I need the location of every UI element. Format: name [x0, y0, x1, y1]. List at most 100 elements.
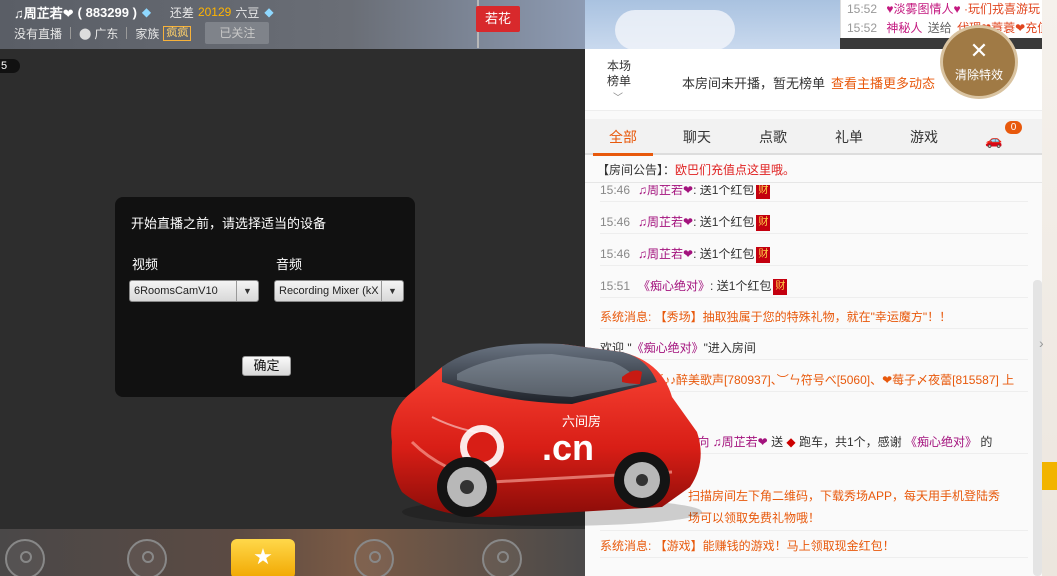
confirm-button[interactable]: 确定 — [242, 356, 291, 376]
chevron-right-icon[interactable]: › — [1039, 335, 1044, 351]
msg-text: 跑车，共1个，感谢 — [795, 435, 905, 449]
ticker-user[interactable]: 神秘人 — [886, 21, 922, 35]
car-count-badge: 0 — [1005, 121, 1022, 134]
chevron-down-icon[interactable]: ▼ — [236, 281, 258, 301]
ticker-row: 15:52 ♥淡雾图情人♥ ·玩们戎喜游玩 — [841, 0, 1057, 19]
ticker-user[interactable]: ♥淡雾图情人♥ — [886, 2, 960, 16]
anchor-id: ( 883299 ) — [77, 4, 137, 20]
msg-text: 送 — [767, 435, 787, 449]
video-device-select[interactable]: 6RoomsCamV10 ▼ — [129, 280, 259, 302]
seat-slot[interactable] — [482, 539, 522, 576]
divider — [70, 27, 72, 39]
next-diamond-level-icon: ◆ — [264, 5, 274, 19]
msg-user[interactable]: ♫周芷若❤ — [638, 185, 693, 197]
tab-all[interactable]: 全部 — [593, 119, 653, 156]
tab-gift-list[interactable]: 礼单 — [819, 119, 879, 155]
level-gap-unit: 六豆 — [235, 5, 260, 20]
divider — [126, 27, 128, 39]
anchor-location: 广东 — [94, 26, 119, 41]
chat-message: 15:46 ♫周芷若❤: 送1个红包财 — [600, 185, 1028, 202]
anchor-more-link[interactable]: 查看主播更多动态 — [831, 76, 935, 91]
viewer-count-badge: 5 — [0, 59, 20, 73]
chat-message: 15:46 ♫周芷若❤: 送1个红包财 — [600, 243, 1028, 266]
msg-user[interactable]: ♫周芷若❤ — [713, 435, 768, 449]
rank-toggle[interactable]: 本场榜单 — [605, 59, 633, 89]
car-brand-text: .cn — [542, 427, 594, 468]
msg-text: : 送1个红包 — [693, 185, 755, 197]
gift-ticker: 15:52 ♥淡雾图情人♥ ·玩们戎喜游玩 15:52 神秘人 送给 代理❤蓑蓑… — [840, 0, 1057, 38]
chat-scrollbar[interactable] — [1033, 280, 1042, 576]
audio-device-select[interactable]: Recording Mixer (kX ▼ — [274, 280, 404, 302]
car-brand-small: 六间房 — [562, 414, 601, 430]
red-packet-icon: 财 — [773, 278, 788, 295]
msg-time: 15:51 — [600, 279, 631, 293]
seat-slot[interactable] — [5, 539, 45, 576]
chat-message: 15:46 ♫周芷若❤: 送1个红包财 — [600, 211, 1028, 234]
device-select-dialog: 开始直播之前，请选择适当的设备 视频 音频 6RoomsCamV10 ▼ Rec… — [115, 197, 415, 397]
promo-line-1: 扫描房间左下角二维码，下载秀场APP，每天用手机登陆秀 — [688, 489, 1001, 503]
audio-device-value: Recording Mixer (kX — [279, 285, 379, 297]
chat-tabs: 全部 聊天 点歌 礼单 游戏 🚗 0 — [585, 119, 1042, 156]
clear-effects-button[interactable]: ✕ 清除特效 — [940, 25, 1018, 99]
video-device-value: 6RoomsCamV10 — [134, 285, 218, 297]
red-packet-icon: 财 — [756, 214, 771, 231]
seat-icon — [142, 551, 154, 563]
notice-link[interactable]: 欧巴们充值点这里哦。 — [675, 163, 795, 177]
side-flag-decoration — [1042, 462, 1057, 490]
red-packet-icon: 财 — [756, 185, 771, 199]
seat-icon — [20, 551, 32, 563]
ticker-time: 15:52 — [847, 21, 878, 35]
clear-effects-label: 清除特效 — [954, 68, 1003, 82]
msg-text: : 送1个红包 — [693, 215, 755, 229]
dialog-title: 开始直播之前，请选择适当的设备 — [131, 216, 327, 231]
ticker-row: 15:52 神秘人 送给 代理❤蓑蓑❤充值 — [841, 19, 1057, 38]
live-status: 没有直播 — [14, 26, 63, 41]
room-decoration-banner — [585, 0, 840, 49]
star-game-icon[interactable]: ★ — [231, 539, 295, 576]
msg-user[interactable]: ♫周芷若❤ — [638, 215, 693, 229]
ticker-gift: ·玩们戎喜游玩 — [963, 2, 1040, 16]
msg-user[interactable]: 《痴心绝对》 — [638, 279, 710, 293]
msg-time: 15:46 — [600, 247, 631, 261]
tab-chat[interactable]: 聊天 — [667, 119, 727, 155]
msg-user[interactable]: 《痴心绝对》 — [905, 435, 977, 449]
sports-car-icon: ◆ — [786, 435, 796, 449]
level-gap-label: 还差 — [169, 5, 194, 20]
seat-slot[interactable] — [127, 539, 167, 576]
location-pin-icon: ⬤ — [79, 27, 92, 40]
msg-text: : 送1个红包 — [693, 247, 755, 261]
close-icon: ✕ — [969, 38, 989, 63]
family-label: 家族 — [135, 26, 160, 41]
room-notice: 【房间公告】：欧巴们充值点这里哦。 — [585, 157, 1042, 183]
rank-message: 本房间未开播，暂无榜单 查看主播更多动态 — [682, 73, 935, 92]
chat-message: 15:51 《痴心绝对》: 送1个红包财 — [600, 275, 1028, 298]
system-message: 系统消息: 【游戏】能赚钱的游戏！马上领取现金红包！ — [600, 535, 1028, 558]
chevron-down-icon[interactable]: ▼ — [381, 281, 403, 301]
anchor-name[interactable]: ♫周芷若❤ — [14, 3, 74, 22]
msg-time: 15:46 — [600, 185, 631, 197]
rank-empty-text: 本房间未开播，暂无榜单 — [682, 76, 826, 91]
tab-song-request[interactable]: 点歌 — [743, 119, 803, 155]
family-tag[interactable]: 疯疯 — [163, 25, 192, 41]
audio-label: 音频 — [276, 257, 303, 272]
ticker-time: 15:52 — [847, 2, 878, 16]
seat-icon — [497, 551, 509, 563]
tab-games[interactable]: 游戏 — [894, 119, 954, 155]
level-gap-value: 20129 — [197, 5, 232, 19]
msg-text: : 送1个红包 — [710, 279, 772, 293]
bottom-gift-strip: ★ — [0, 529, 585, 576]
ticker-send: 送给 — [927, 21, 952, 35]
msg-text: 的 — [977, 435, 993, 449]
car-icon[interactable]: 🚗 — [985, 132, 1015, 148]
msg-user[interactable]: ♫周芷若❤ — [638, 247, 693, 261]
seat-slot[interactable] — [354, 539, 394, 576]
sports-car-gift-animation: .cn 六间房 — [391, 343, 702, 526]
video-label: 视频 — [132, 257, 159, 272]
diamond-level-icon: ◆ — [141, 5, 152, 19]
msg-time: 15:46 — [600, 215, 631, 229]
chevron-down-icon[interactable]: ﹀ — [613, 89, 623, 104]
cloud-decoration — [615, 10, 735, 49]
follow-button[interactable]: 已关注 — [205, 22, 270, 44]
seat-icon — [369, 551, 381, 563]
red-packet-icon: 财 — [756, 246, 771, 263]
